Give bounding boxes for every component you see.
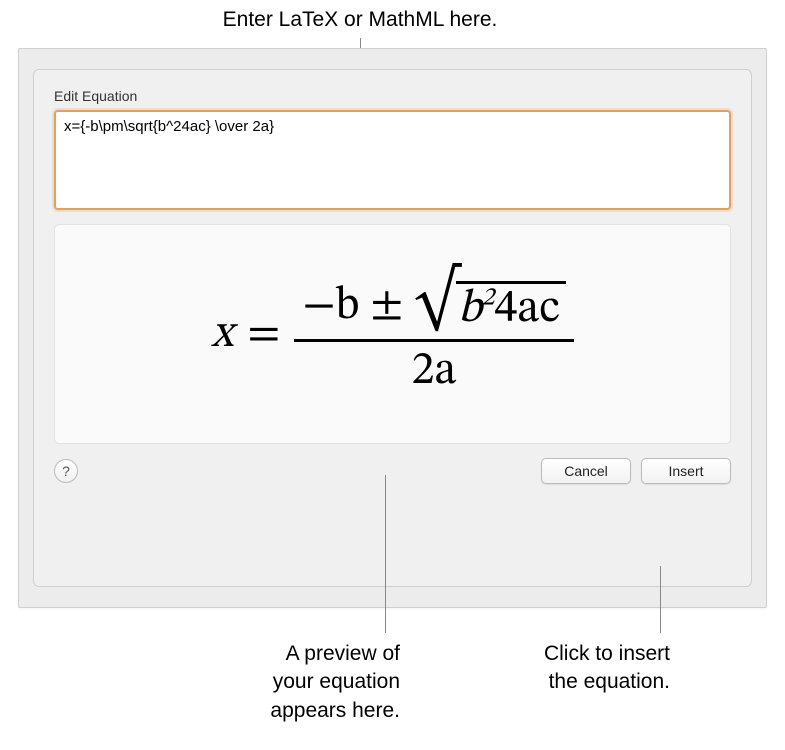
equation-equals: =: [247, 305, 280, 363]
equation-denominator: 2a: [404, 346, 465, 397]
fraction-bar: [294, 339, 573, 342]
annotation-insert-hint: Click to insertthe equation.: [450, 640, 670, 697]
equation-fraction: −b ± √ b24ac 2a: [294, 272, 573, 397]
cancel-button[interactable]: Cancel: [541, 458, 631, 484]
radicand: b24ac: [456, 281, 566, 335]
numerator-prefix: −b ±: [302, 283, 403, 329]
dialog-title: Edit Equation: [54, 88, 731, 104]
rendered-equation: x = −b ± √ b24ac 2a: [211, 272, 574, 397]
radical-symbol: √: [414, 270, 460, 333]
leader-line-bottom-right: [660, 566, 661, 633]
radicand-tail: 4ac: [494, 286, 559, 332]
dialog-button-row: ? Cancel Insert: [54, 458, 731, 484]
leader-line-bottom-left: [385, 475, 386, 633]
equation-input[interactable]: [54, 110, 731, 210]
help-button[interactable]: ?: [54, 459, 78, 483]
screenshot-background: Edit Equation x = −b ± √ b24ac: [18, 48, 767, 608]
equation-preview: x = −b ± √ b24ac 2a: [54, 224, 731, 444]
insert-button[interactable]: Insert: [641, 458, 731, 484]
annotation-input-hint: Enter LaTeX or MathML here.: [180, 6, 540, 34]
radicand-base: b: [458, 286, 482, 332]
equation-lhs: x: [211, 305, 233, 363]
annotation-preview-hint: A preview ofyour equationappears here.: [180, 640, 400, 725]
equation-numerator: −b ± √ b24ac: [294, 272, 573, 335]
square-root: √ b24ac: [414, 272, 566, 335]
edit-equation-dialog: Edit Equation x = −b ± √ b24ac: [33, 69, 752, 587]
radicand-exponent: 2: [482, 287, 495, 312]
